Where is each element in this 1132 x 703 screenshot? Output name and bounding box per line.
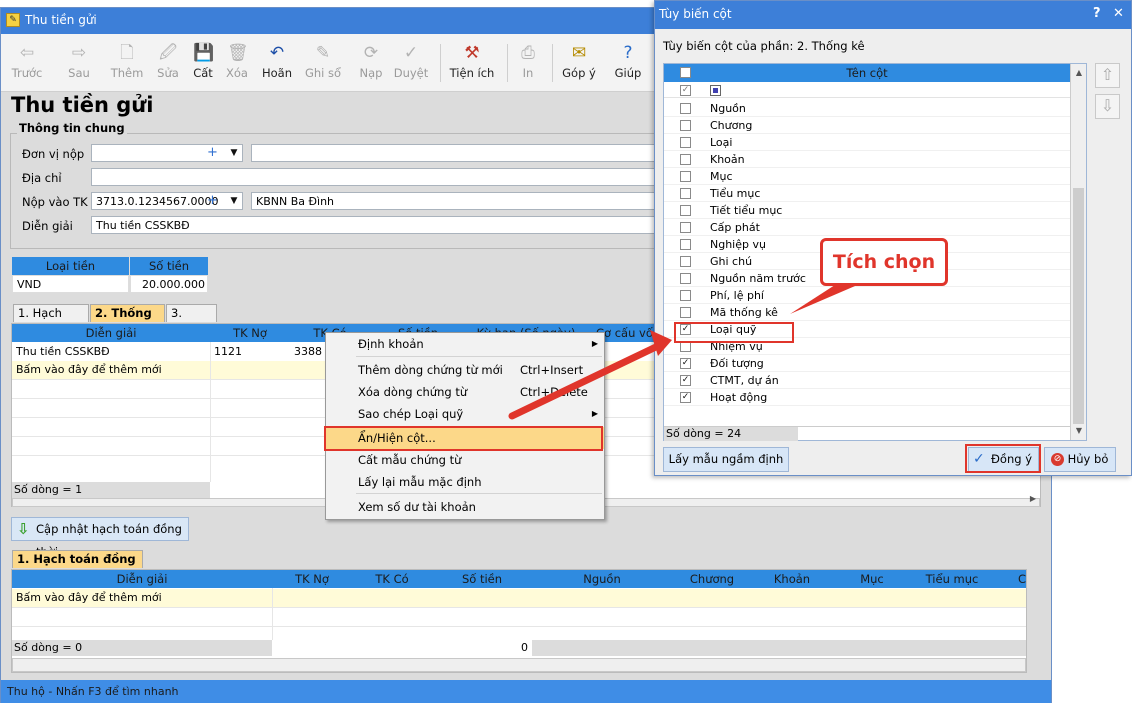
callout-tail — [790, 283, 862, 314]
callout-tich-chon: Tích chọn — [820, 238, 948, 286]
annotation-arrows — [508, 283, 862, 420]
arrowhead — [650, 330, 672, 356]
arrow-to-checkbox — [508, 341, 664, 420]
